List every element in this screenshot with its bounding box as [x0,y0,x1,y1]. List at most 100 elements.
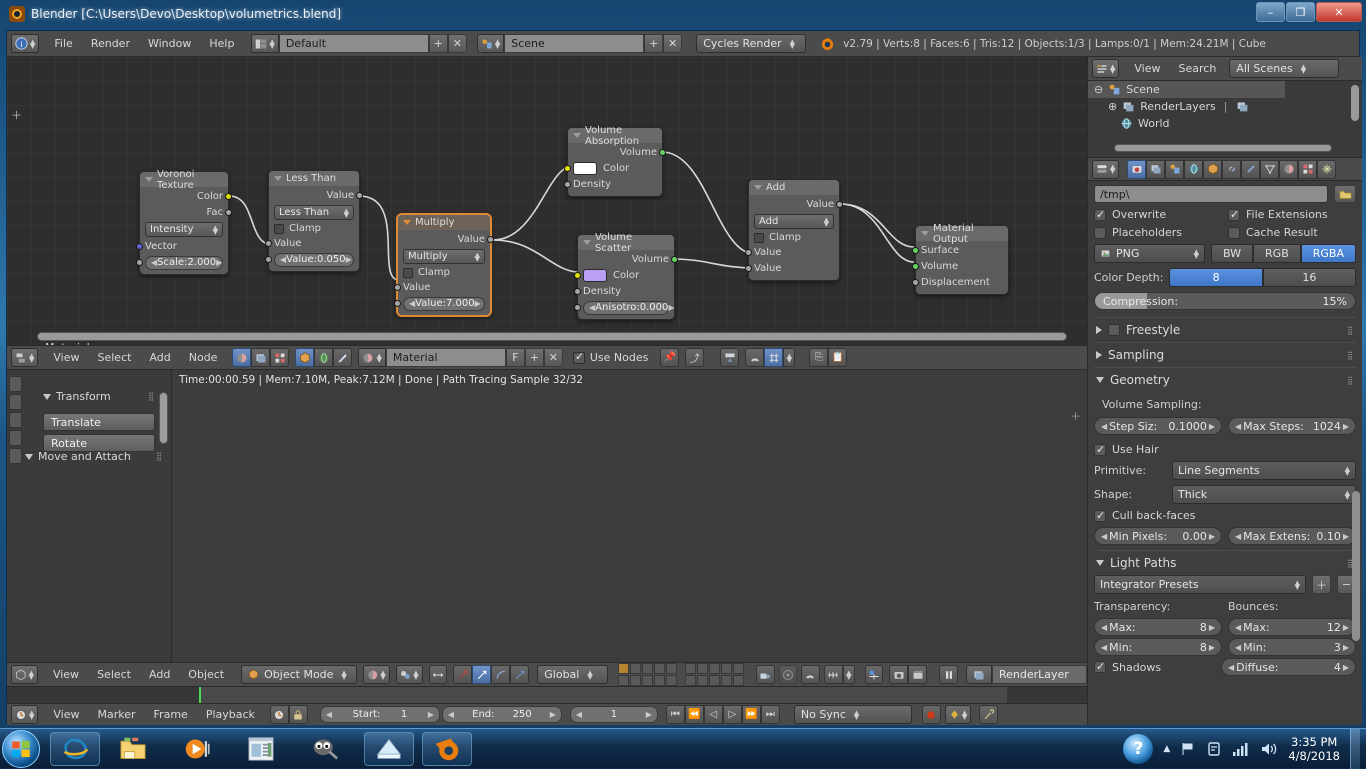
increment-arrow-icon[interactable]: ▶ [1343,643,1349,652]
node-input-color[interactable]: Color [573,162,657,175]
properties-body[interactable]: /tmp\ Overwrite File Extensions [1088,181,1362,725]
color-depth-16[interactable]: 16 [1263,268,1356,287]
add-scene-button[interactable]: + [644,34,663,53]
volume-icon[interactable] [1260,741,1278,757]
previous-keyframe-icon[interactable]: ⏪ [685,705,704,724]
node-editor-horizontal-scrollbar[interactable] [37,332,1067,341]
taskbar-clock[interactable]: 3:35 PM 4/8/2018 [1288,735,1340,763]
taskbar-media-player[interactable] [172,732,222,766]
node-input-color[interactable]: Color [583,269,669,282]
decrement-arrow-icon[interactable]: ◀ [576,710,582,719]
taskbar-sticky-notes[interactable] [364,732,414,766]
viewport-3d[interactable]: Time:00:00.59 | Mem:7.10M, Peak:7.12M | … [7,370,1087,662]
placeholders-toggle[interactable]: Placeholders [1094,226,1222,239]
snap-target-dropdown-icon[interactable]: ▲▼ [843,665,855,684]
start-button[interactable] [2,730,40,768]
layer-cell[interactable] [642,663,653,674]
socket-value2-in[interactable] [745,265,752,272]
magnet-icon[interactable] [745,348,764,367]
opengl-render-group[interactable] [889,665,927,684]
pause-viewport-render-icon[interactable] [939,665,958,684]
timeline-menu-marker[interactable]: Marker [89,706,145,723]
keying-set-select[interactable]: ▲▼ [945,705,971,724]
socket-color-out[interactable] [225,193,232,200]
shader-type-toggle-group[interactable] [232,348,289,367]
editor-type-timeline-icon[interactable]: ▲▼ [11,705,38,724]
increment-arrow-icon[interactable]: ▶ [346,255,352,264]
renderlayer-item-icon[interactable] [1236,100,1249,113]
parent-group[interactable]: ⤴ [685,348,704,367]
increment-arrow-icon[interactable]: ▶ [1209,532,1215,541]
increment-arrow-icon[interactable]: ▶ [550,710,556,719]
outliner-vertical-scrollbar[interactable] [1351,85,1359,121]
editor-type-view3d-icon[interactable]: ▲▼ [11,665,38,684]
view3d-menu-object[interactable]: Object [179,666,233,683]
shape-select[interactable]: Thick ▲▼ [1172,485,1356,504]
jump-to-start-icon[interactable]: ⏮ [666,705,685,724]
node-header[interactable]: Material Output [916,226,1008,241]
render-animation-icon[interactable] [908,665,927,684]
placeholders-cache-row[interactable]: Placeholders Cache Result [1094,226,1356,239]
tool-shelf-scrollbar[interactable] [159,392,168,444]
backdrop-group[interactable] [720,348,739,367]
clamp-checkbox[interactable] [754,233,764,243]
node-input-density[interactable]: Density [583,285,669,298]
outliner-menu-view[interactable]: View [1125,60,1169,77]
add-preset-button[interactable]: ＋ [1312,575,1331,594]
translate-button[interactable]: Translate [43,413,155,431]
collapse-triangle-icon[interactable] [573,133,581,138]
tool-tab[interactable] [9,412,22,428]
outliner-display-mode-select[interactable]: All Scenes ▲▼ [1229,59,1339,78]
tab-render-layers[interactable] [1146,160,1165,179]
go-to-parent-icon[interactable]: ⤴ [685,348,704,367]
timeline-track[interactable] [7,687,1087,703]
new-material-button[interactable]: + [525,348,544,367]
socket-displacement-in[interactable] [912,279,919,286]
delete-screen-button[interactable]: ✕ [448,34,467,53]
render-layer-field[interactable]: RenderLayer [992,665,1087,684]
socket-surface-in[interactable] [912,247,919,254]
viewport-shading-select[interactable]: ▲▼ [363,665,390,684]
socket-scale-in[interactable] [136,259,143,266]
menu-render[interactable]: Render [82,35,139,52]
layer-cell[interactable] [721,675,732,686]
copy-to-clipboard-icon[interactable]: ⎘ [809,348,828,367]
node-input-anisotropy[interactable]: ◀ Anisotro: 0.000 ▶ [583,301,669,314]
tool-tab[interactable] [9,394,22,410]
properties-tab-bar[interactable] [1127,160,1336,179]
layer-cell[interactable] [733,675,744,686]
socket-fac-out[interactable] [225,209,232,216]
end-frame-field[interactable]: ◀ End: 250 ▶ [442,706,562,723]
node-tools-group[interactable]: ⎘ 📋 [809,348,847,367]
menu-window[interactable]: Window [139,35,200,52]
socket-value-in[interactable] [745,249,752,256]
cache-result-checkbox[interactable] [1228,227,1240,239]
cull-backfaces-row[interactable]: Cull back-faces [1094,509,1356,522]
scale-manipulator-icon[interactable] [491,665,510,684]
tab-modifiers[interactable] [1241,160,1260,179]
overwrite-extensions-row[interactable]: Overwrite File Extensions [1094,208,1356,221]
node-input-value[interactable]: Value [754,246,834,259]
node-material-output[interactable]: Material Output Surface Volume [915,225,1009,295]
next-keyframe-icon[interactable]: ⏩ [742,705,761,724]
node-output-fac[interactable]: Fac [145,206,223,219]
file-extensions-checkbox[interactable] [1228,209,1240,221]
fake-user-button[interactable]: F [506,348,525,367]
socket-volume-out[interactable] [659,149,666,156]
grip-dots-icon[interactable]: ⣿ [1347,326,1354,335]
manipulator-mode-group[interactable] [453,665,529,684]
shadows-diffuse-row[interactable]: Shadows ◀ Diffuse:4 ▶ [1094,658,1356,676]
pivot-point-select[interactable]: ▲▼ [396,665,423,684]
timeline-menu-playback[interactable]: Playback [197,706,264,723]
window-controls[interactable]: – ❐ ✕ [1256,2,1362,22]
paste-from-clipboard-icon[interactable]: 📋 [828,348,847,367]
layer-cell[interactable] [618,663,629,674]
snap-dropdown-icon[interactable]: ▲▼ [783,348,795,367]
transform-panel-header[interactable]: Transform ⣿ [43,390,155,403]
help-icon[interactable]: ? [1123,734,1153,764]
delete-scene-button[interactable]: ✕ [663,34,682,53]
tool-tab[interactable] [9,448,22,464]
collapse-triangle-icon[interactable] [921,231,929,236]
timeline-menu-frame[interactable]: Frame [145,706,197,723]
node-voronoi-texture[interactable]: Voronoi Texture Color Fac Intensity [139,171,229,275]
